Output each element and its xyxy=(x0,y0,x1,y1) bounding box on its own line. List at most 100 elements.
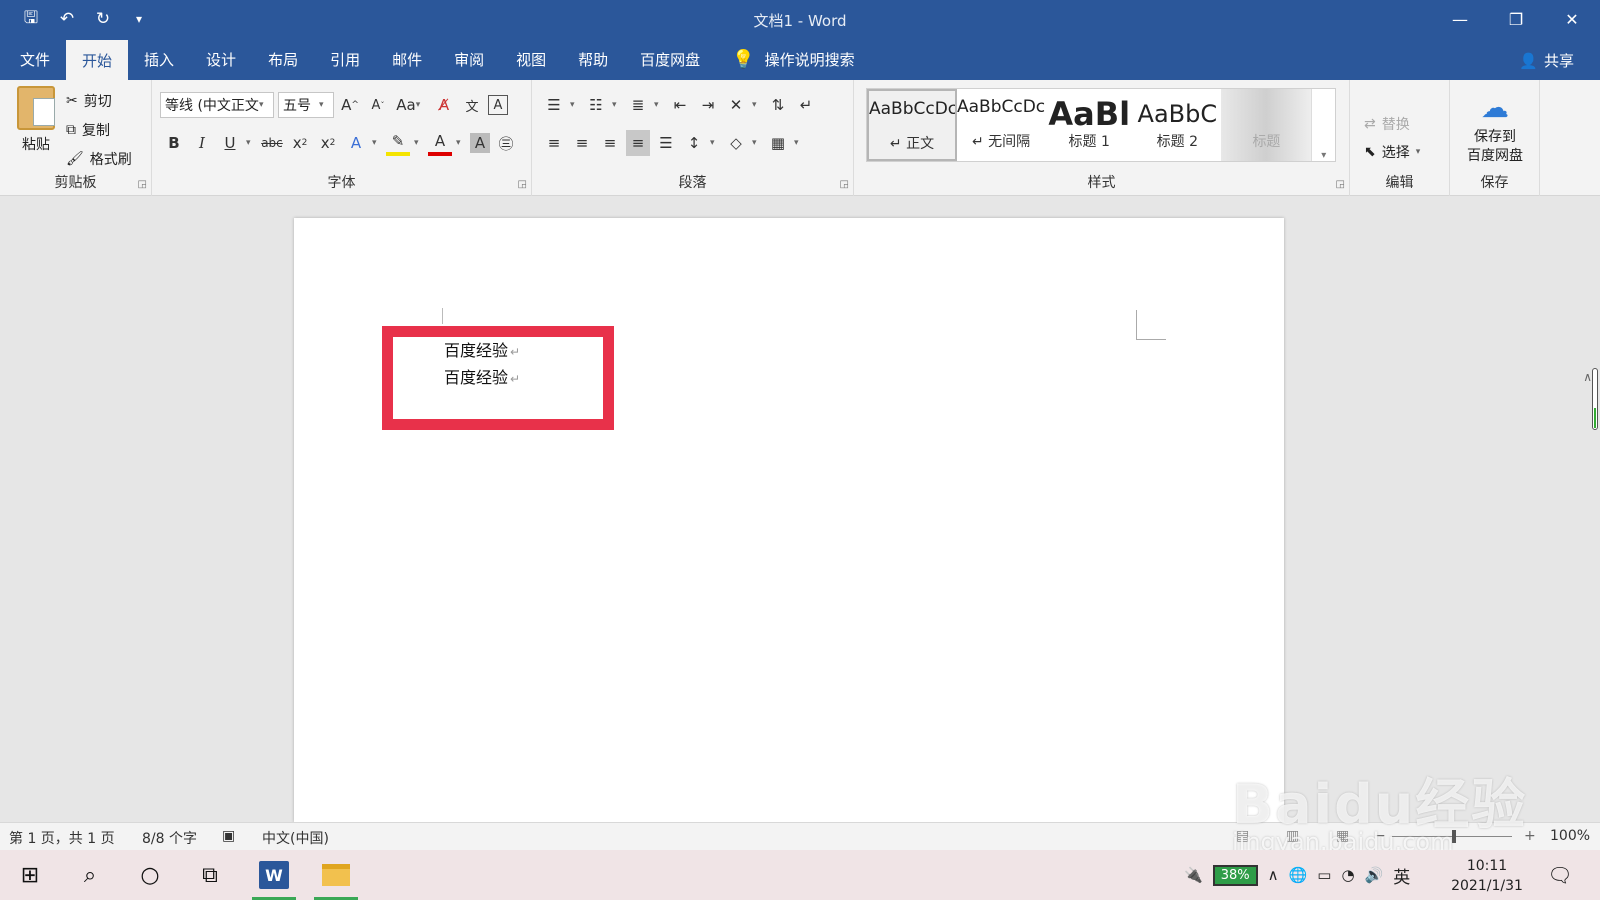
tell-me-search[interactable]: 💡 操作说明搜索 xyxy=(716,38,870,80)
font-group-label: 字体 xyxy=(327,175,356,191)
search-icon[interactable]: ⌕ xyxy=(62,850,118,900)
document-page[interactable]: 百度经验 ↵ 百度经验 ↵ xyxy=(294,218,1284,822)
tab-view[interactable]: 视图 xyxy=(500,38,562,80)
shrink-font-icon[interactable]: Aˇ xyxy=(366,92,390,118)
underline-icon[interactable]: U xyxy=(218,130,242,156)
character-border-icon[interactable]: A xyxy=(488,95,508,115)
clear-formatting-icon[interactable]: A̸ xyxy=(432,92,456,118)
style-name: 标题 2 xyxy=(1156,134,1199,150)
share-button[interactable]: 👤 共享 xyxy=(1519,50,1574,71)
battery-indicator[interactable]: 38% xyxy=(1212,864,1258,886)
italic-icon[interactable]: I xyxy=(190,130,214,156)
line-spacing-icon[interactable]: ↕ xyxy=(682,130,706,156)
show-marks-icon[interactable]: ↵ xyxy=(794,92,818,118)
tab-home[interactable]: 开始 xyxy=(66,40,129,80)
document-area: 百度经验 ↵ 百度经验 ↵ ∧ xyxy=(0,196,1600,822)
system-clock[interactable]: 10:11 2021/1/31 xyxy=(1442,856,1532,896)
align-center-icon[interactable]: ≡ xyxy=(570,130,594,156)
justify-icon[interactable]: ≡ xyxy=(626,130,650,156)
tab-layout[interactable]: 布局 xyxy=(252,38,314,80)
strikethrough-icon[interactable]: abc xyxy=(260,130,284,156)
text-effects-icon[interactable]: A xyxy=(344,130,368,156)
word-taskbar-button[interactable]: W xyxy=(248,850,300,900)
styles-launcher-icon[interactable]: ◲ xyxy=(1336,179,1345,190)
style-no-spacing[interactable]: AaBbCcDc ↵ 无间隔 xyxy=(957,89,1045,161)
volume-icon[interactable]: 🔊 xyxy=(1365,866,1384,884)
multilevel-list-icon[interactable]: ≣ xyxy=(626,92,650,118)
windows-start-icon[interactable]: ⊞ xyxy=(2,850,58,900)
paragraph-launcher-icon[interactable]: ◲ xyxy=(840,179,849,190)
task-view-icon[interactable]: ⧉ xyxy=(182,850,238,900)
shading-icon[interactable]: ◇ xyxy=(724,130,748,156)
proofing-icon[interactable]: ▣ xyxy=(222,828,235,844)
font-size-combo[interactable]: 五号 ▾ xyxy=(278,92,334,118)
copy-label: 复制 xyxy=(82,122,110,139)
language-indicator[interactable]: 中文(中国) xyxy=(262,828,329,848)
show-hidden-icons-icon[interactable]: ∧ xyxy=(1268,866,1279,884)
bullets-icon[interactable]: ☰ xyxy=(542,92,566,118)
select-button[interactable]: ⬉ 选择 ▾ xyxy=(1364,138,1426,166)
font-color-icon[interactable]: A xyxy=(428,130,452,156)
cortana-icon[interactable]: ○ xyxy=(122,850,178,900)
tab-baidu-netdisk[interactable]: 百度网盘 xyxy=(624,38,716,80)
minimize-icon[interactable]: — xyxy=(1432,0,1488,38)
globe-icon[interactable]: 🌐 xyxy=(1289,866,1308,884)
borders-icon[interactable]: ▦ xyxy=(766,130,790,156)
replace-button[interactable]: ⇄ 替换 xyxy=(1364,110,1426,138)
sort-icon[interactable]: ⇅ xyxy=(766,92,790,118)
collapse-ribbon-icon[interactable]: ∧ xyxy=(1583,370,1592,384)
highlighter-icon[interactable]: ✎ xyxy=(386,130,410,156)
style-heading-1[interactable]: AaBl 标题 1 xyxy=(1045,89,1133,161)
tab-references[interactable]: 引用 xyxy=(314,38,376,80)
font-launcher-icon[interactable]: ◲ xyxy=(518,179,527,190)
character-shading-icon[interactable]: A xyxy=(470,133,490,153)
vertical-scrollbar[interactable] xyxy=(1592,368,1598,430)
style-preview: AaBbCcDc xyxy=(869,99,955,119)
window-controls: — ❐ ✕ xyxy=(1432,0,1600,38)
numbering-icon[interactable]: ☷ xyxy=(584,92,608,118)
phonetic-guide-icon[interactable]: 文 xyxy=(460,92,484,118)
restore-icon[interactable]: ❐ xyxy=(1488,0,1544,38)
copy-button[interactable]: ⧉ 复制 xyxy=(66,115,132,144)
page-count[interactable]: 第 1 页，共 1 页 xyxy=(9,828,115,848)
format-painter-button[interactable]: 🖌 格式刷 xyxy=(66,144,132,173)
change-case-button[interactable]: Aa ▾ xyxy=(394,92,428,118)
cut-button[interactable]: ✂ 剪切 xyxy=(66,86,132,115)
font-name-combo[interactable]: 等线 (中文正文 ▾ xyxy=(160,92,274,118)
tab-file[interactable]: 文件 xyxy=(4,38,66,80)
style-title[interactable]: 标题 xyxy=(1221,89,1312,161)
decrease-indent-icon[interactable]: ⇤ xyxy=(668,92,692,118)
file-explorer-taskbar-button[interactable] xyxy=(310,850,362,900)
align-right-icon[interactable]: ≡ xyxy=(598,130,622,156)
battery-icon[interactable]: ▭ xyxy=(1317,866,1331,884)
style-heading-2[interactable]: AaBbC 标题 2 xyxy=(1133,89,1221,161)
style-normal[interactable]: AaBbCcDc ↵ 正文 xyxy=(867,89,957,161)
grow-font-icon[interactable]: A ^ xyxy=(338,92,362,118)
paste-button[interactable]: 粘贴 xyxy=(14,86,58,154)
subscript-icon[interactable]: x2 xyxy=(288,130,312,156)
enclose-character-icon[interactable]: ㊂ xyxy=(494,130,518,156)
close-icon[interactable]: ✕ xyxy=(1544,0,1600,38)
tab-review[interactable]: 审阅 xyxy=(438,38,500,80)
superscript-icon[interactable]: x2 xyxy=(316,130,340,156)
tab-insert[interactable]: 插入 xyxy=(128,38,190,80)
align-left-icon[interactable]: ≡ xyxy=(542,130,566,156)
clipboard-launcher-icon[interactable]: ◲ xyxy=(138,179,147,190)
zoom-level[interactable]: 100% xyxy=(1550,828,1590,844)
replace-icon: ⇄ xyxy=(1364,116,1376,132)
increase-indent-icon[interactable]: ⇥ xyxy=(696,92,720,118)
style-preview: AaBl xyxy=(1048,97,1131,131)
save-to-netdisk-button[interactable]: ☁ 保存到 百度网盘 xyxy=(1460,88,1530,166)
wifi-icon[interactable]: ◔ xyxy=(1341,866,1354,884)
distributed-icon[interactable]: ☰ xyxy=(654,130,678,156)
bold-icon[interactable]: B xyxy=(162,130,186,156)
tab-design[interactable]: 设计 xyxy=(190,38,252,80)
taskbar: ⊞ ⌕ ○ ⧉ W 🔌 38% ∧ 🌐 ▭ ◔ 🔊 英 10:11 2021/1… xyxy=(0,850,1600,900)
chinese-layout-icon[interactable]: ✕ xyxy=(724,92,748,118)
tab-mailings[interactable]: 邮件 xyxy=(376,38,438,80)
tab-help[interactable]: 帮助 xyxy=(562,38,624,80)
styles-more-icon[interactable]: ▾ xyxy=(1311,89,1335,161)
notifications-icon[interactable]: 🗨 xyxy=(1530,850,1590,900)
ime-indicator[interactable]: 英 xyxy=(1393,863,1410,888)
word-count[interactable]: 8/8 个字 xyxy=(142,828,197,848)
